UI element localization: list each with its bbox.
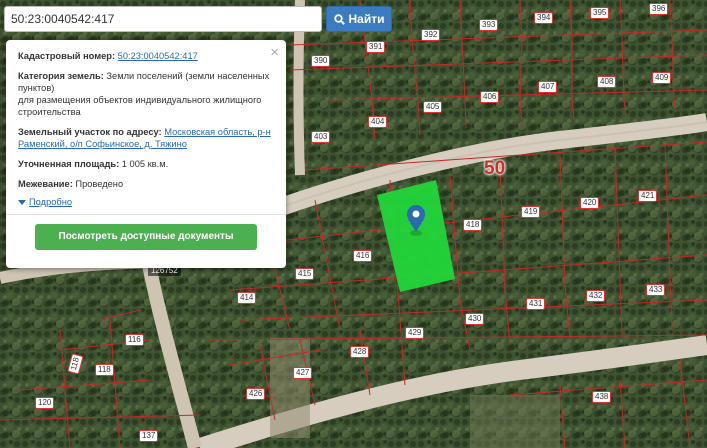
plot-label: 415 xyxy=(295,268,315,280)
survey-row: Межевание: Проведено xyxy=(18,178,274,190)
plot-label: 390 xyxy=(311,55,331,67)
search-box xyxy=(4,6,322,32)
plot-label: 403 xyxy=(311,131,331,143)
search-button-label: Найти xyxy=(348,12,385,26)
plot-label: 429 xyxy=(405,327,425,339)
plot-label: 396 xyxy=(649,3,669,15)
usage-value: для размещения объектов индивидуального … xyxy=(18,95,262,117)
plot-label: 427 xyxy=(293,367,313,379)
area-label: Уточненная площадь: xyxy=(18,159,120,169)
survey-label: Межевание: xyxy=(18,179,73,189)
plot-label: 430 xyxy=(465,313,485,325)
plot-label: 432 xyxy=(586,290,606,302)
plot-label: 118 xyxy=(95,364,114,376)
search-button[interactable]: Найти xyxy=(326,6,392,32)
close-icon[interactable]: × xyxy=(270,45,279,60)
plot-label: 393 xyxy=(479,19,499,31)
plot-label: 419 xyxy=(521,206,541,218)
plot-label: 116 xyxy=(125,334,144,346)
area-row: Уточненная площадь: 1 005 кв.м. xyxy=(18,158,274,170)
plot-label: 426 xyxy=(246,388,266,400)
search-input[interactable] xyxy=(5,7,321,31)
cadastral-label: Кадастровый номер: xyxy=(18,51,116,61)
plot-label: 428 xyxy=(350,346,370,358)
cadastral-row: Кадастровый номер: 50:23:0040542:417 xyxy=(18,50,274,62)
quarter-label: 50 xyxy=(484,158,506,179)
plot-label: 420 xyxy=(580,197,600,209)
plot-label: 406 xyxy=(480,91,500,103)
plot-label: 409 xyxy=(652,72,672,84)
plot-label: 391 xyxy=(366,41,386,53)
plot-label: 137 xyxy=(139,430,159,442)
plot-label: 416 xyxy=(353,250,373,262)
address-row: Земельный участок по адресу: Московская … xyxy=(18,126,274,150)
plot-label: 433 xyxy=(646,284,666,296)
plot-label: 431 xyxy=(526,298,546,310)
plot-label: 404 xyxy=(368,116,388,128)
plot-label: 418 xyxy=(463,219,483,231)
search-icon xyxy=(333,13,345,25)
details-label: Подробно xyxy=(29,197,73,207)
plot-label: 408 xyxy=(597,76,617,88)
plot-label: 438 xyxy=(592,391,612,403)
plot-label: 395 xyxy=(590,7,610,19)
plot-label: 407 xyxy=(538,81,558,93)
plot-label: 421 xyxy=(638,190,658,202)
triangle-down-icon xyxy=(18,199,26,205)
divider xyxy=(6,214,286,215)
cadastral-link[interactable]: 50:23:0040542:417 xyxy=(118,51,198,61)
plot-label: 392 xyxy=(421,29,441,41)
details-toggle[interactable]: Подробно xyxy=(18,196,274,208)
plot-label: 394 xyxy=(534,12,554,24)
address-label: Земельный участок по адресу: xyxy=(18,127,162,137)
plot-info-popup: × Кадастровый номер: 50:23:0040542:417 К… xyxy=(6,40,286,268)
category-row: Категория земель: Земли поселений (земли… xyxy=(18,70,274,118)
plot-label: 405 xyxy=(423,101,443,113)
view-documents-button[interactable]: Посмотреть доступные документы xyxy=(35,224,257,250)
area-value: 1 005 кв.м. xyxy=(121,159,169,169)
survey-value: Проведено xyxy=(75,179,124,189)
plot-label: 120 xyxy=(35,397,55,409)
plot-label: 414 xyxy=(237,292,257,304)
category-label: Категория земель: xyxy=(18,71,104,81)
